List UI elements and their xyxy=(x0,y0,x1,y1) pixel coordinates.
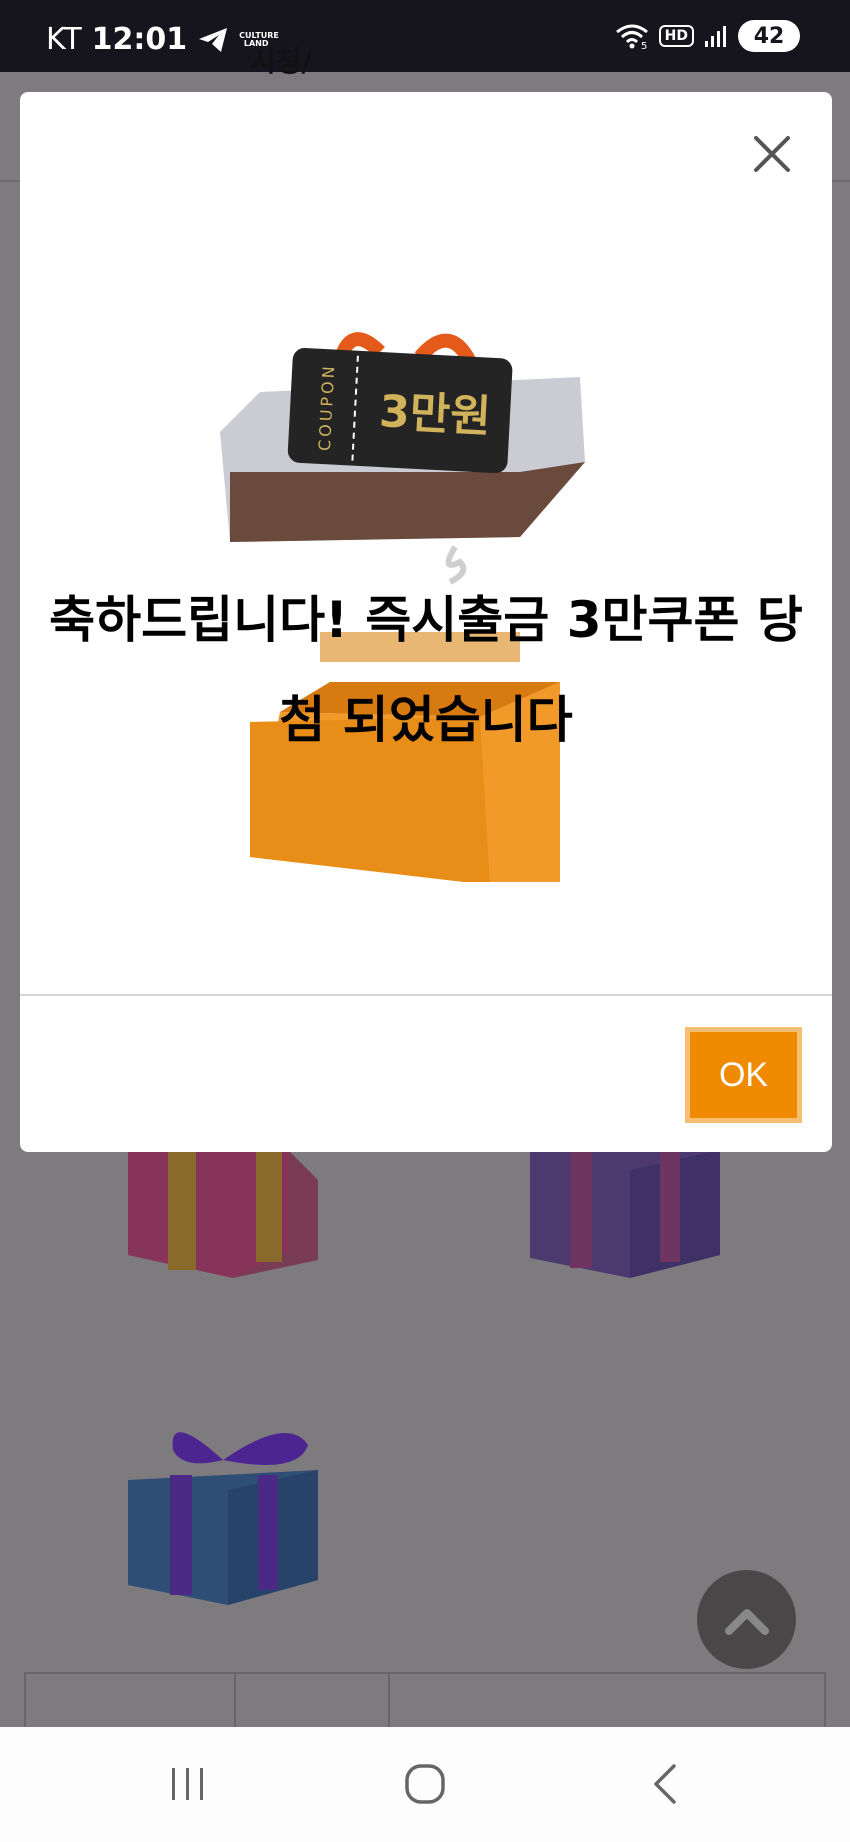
chevron-up-icon xyxy=(724,1608,769,1635)
prize-modal: COUPON 3만원 축하드립니다! 즉시출금 3만쿠폰 당첨 되었습니다 OK xyxy=(20,92,832,1152)
status-bar: KT 12:01 CULTURE LAND 5 HD 42 xyxy=(0,0,850,72)
coupon-amount: 3만원 xyxy=(378,386,492,443)
table-header-cell: 시청/ xyxy=(250,45,312,78)
prize-message: 축하드립니다! 즉시출금 3만쿠폰 당첨 되었습니다 xyxy=(49,591,803,749)
ok-button[interactable]: OK xyxy=(685,1027,802,1123)
back-button[interactable] xyxy=(635,1759,695,1809)
blue-gift[interactable] xyxy=(128,1420,323,1610)
status-right: 5 HD 42 xyxy=(615,20,800,52)
home-button[interactable] xyxy=(395,1759,455,1809)
purple-gift[interactable] xyxy=(530,1140,725,1280)
carrier-label: KT xyxy=(46,22,82,57)
back-icon xyxy=(654,1764,676,1804)
table-column-divider xyxy=(388,1674,390,1734)
wifi-icon: 5 xyxy=(615,24,648,50)
battery-icon: 42 xyxy=(738,20,800,52)
telegram-icon xyxy=(199,27,228,52)
status-left: KT 12:01 CULTURE LAND xyxy=(46,22,279,57)
signal-icon xyxy=(705,26,726,47)
close-icon[interactable] xyxy=(752,134,792,174)
system-nav-bar xyxy=(0,1727,850,1842)
recent-apps-button[interactable] xyxy=(158,1759,218,1809)
pink-gift[interactable] xyxy=(128,1140,323,1280)
wifi-band-label: 5 xyxy=(641,41,647,50)
battery-level: 42 xyxy=(753,23,785,49)
modal-divider xyxy=(20,994,832,996)
bottom-table xyxy=(24,1672,826,1734)
home-icon xyxy=(405,1764,445,1804)
table-column-divider xyxy=(234,1674,236,1734)
recent-apps-icon xyxy=(172,1768,203,1800)
scroll-to-top-button[interactable] xyxy=(697,1570,796,1669)
hd-icon: HD xyxy=(658,25,694,47)
clock: 12:01 xyxy=(91,22,188,57)
